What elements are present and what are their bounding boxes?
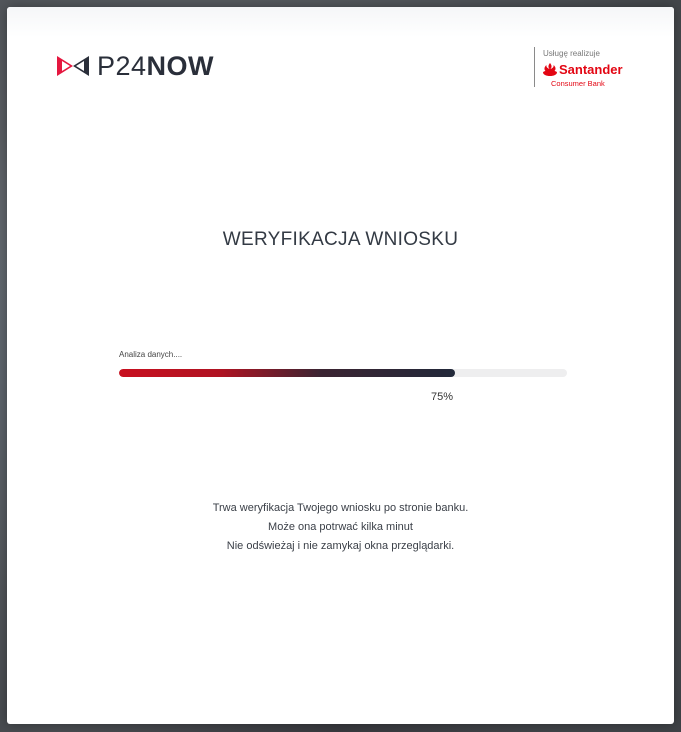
bank-subtitle: Consumer Bank <box>551 79 605 88</box>
bank-caption: Usługę realizuje <box>543 49 600 58</box>
status-message-line-3: Nie odświeżaj i nie zamykaj okna przeglą… <box>226 540 455 552</box>
logo-text-now: NOW <box>146 51 215 81</box>
bank-name: Santander <box>559 62 623 77</box>
progress-percent: 75% <box>431 391 454 403</box>
p24-bowtie-icon <box>57 56 89 76</box>
progress-bar <box>119 369 567 377</box>
bank-divider <box>534 47 535 87</box>
p24now-logo: P24NOW <box>55 51 214 81</box>
bank-provider: Usługę realizuje Santander Consumer Bank <box>534 47 623 88</box>
modal-header-fade <box>7 7 674 37</box>
santander-flame-icon <box>543 63 557 76</box>
logo-text-p24: P24 <box>97 51 147 81</box>
progress-label: Analiza danych.... <box>119 350 183 359</box>
logo-text: P24NOW <box>97 51 214 81</box>
santander-logo: Santander <box>543 63 623 76</box>
status-message-line-2: Może ona potrwać kilka minut <box>268 521 413 533</box>
progress-bar-fill <box>119 369 455 377</box>
verification-modal: P24NOW Usługę realizuje Santander Consum… <box>7 7 674 724</box>
status-message-line-1: Trwa weryfikacja Twojego wniosku po stro… <box>212 502 469 514</box>
status-message: Trwa weryfikacja Twojego wniosku po stro… <box>7 499 674 556</box>
page-title: WERYFIKACJA WNIOSKU <box>222 229 459 250</box>
